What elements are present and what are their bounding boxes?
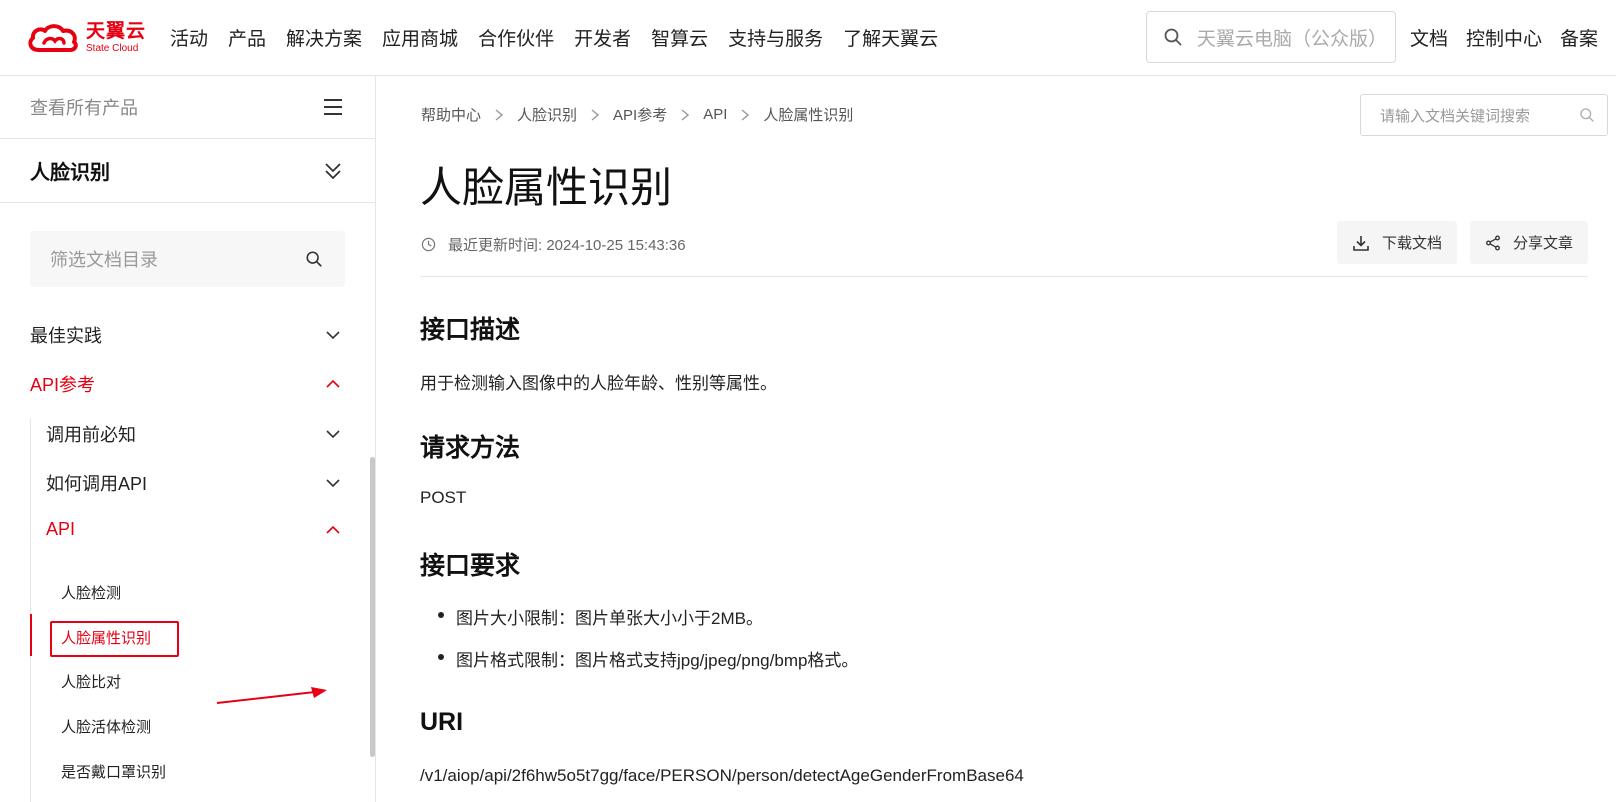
- all-products-label: 查看所有产品: [30, 98, 138, 118]
- doc-sidebar: 查看所有产品 人脸识别 筛选文档目录 最佳实践 API参考 调用前必知 如何调用…: [0, 76, 376, 802]
- sidebar-item-label: 调用前必知: [46, 425, 136, 445]
- title-divider: [420, 276, 1588, 277]
- sidebar-item-best-practice[interactable]: 最佳实践: [30, 322, 340, 348]
- list-item: 图片格式限制：图片格式支持jpg/jpeg/png/bmp格式。: [438, 646, 858, 671]
- annotation-arrow-icon: [216, 687, 327, 704]
- tree-guide-line: [30, 418, 31, 802]
- nav-link-app-store[interactable]: 应用商城: [382, 24, 458, 51]
- section-text-method: POST: [420, 488, 467, 507]
- nav-link-about[interactable]: 了解天翼云: [843, 24, 938, 51]
- chevron-up-icon: [326, 379, 340, 388]
- chevron-down-icon: [326, 479, 340, 488]
- section-title-uri: URI: [420, 708, 464, 736]
- sidebar-item-label: 如何调用API: [46, 474, 148, 494]
- search-icon: [1580, 108, 1594, 122]
- sidebar-item-api-reference[interactable]: API参考: [30, 371, 340, 397]
- nav-link-filing[interactable]: 备案: [1560, 24, 1598, 51]
- brand-name-en: State Cloud: [86, 43, 139, 54]
- download-doc-button[interactable]: 下载文档: [1337, 221, 1458, 264]
- nav-link-partners[interactable]: 合作伙伴: [478, 24, 554, 51]
- sidebar-item-label: API参考: [30, 375, 96, 395]
- share-article-label: 分享文章: [1513, 235, 1574, 252]
- page-title: 人脸属性识别: [420, 164, 673, 211]
- breadcrumb-help-center[interactable]: 帮助中心: [421, 104, 481, 125]
- share-article-button[interactable]: 分享文章: [1470, 221, 1589, 264]
- chevron-right-icon: [495, 108, 504, 121]
- sidebar-scrollbar[interactable]: [370, 457, 375, 757]
- section-title-description: 接口描述: [420, 316, 521, 344]
- sidebar-subitem-liveness[interactable]: 人脸活体检测: [61, 716, 151, 737]
- sidebar-item-label: 最佳实践: [30, 326, 102, 346]
- requirements-list: 图片大小限制：图片单张大小小于2MB。 图片格式限制：图片格式支持jpg/jpe…: [438, 604, 858, 688]
- breadcrumb-api-reference[interactable]: API参考: [613, 104, 667, 125]
- top-search-input[interactable]: 天翼云电脑（公众版）: [1146, 11, 1396, 63]
- all-products-row[interactable]: 查看所有产品: [0, 76, 375, 139]
- sidebar-subitem-face-attributes[interactable]: 人脸属性识别: [61, 627, 151, 648]
- section-text-uri: /v1/aiop/api/2f6hw5o5t7gg/face/PERSON/pe…: [420, 766, 1024, 785]
- top-navbar: 天翼云 State Cloud 活动 产品 解决方案 应用商城 合作伙伴 开发者…: [0, 0, 1616, 76]
- sidebar-item-label: API: [46, 519, 76, 539]
- product-name: 人脸识别: [30, 162, 110, 184]
- section-title-requirements: 接口要求: [420, 552, 521, 580]
- nav-link-ai-cloud[interactable]: 智算云: [651, 24, 708, 51]
- chevron-right-icon: [741, 108, 750, 121]
- sidebar-subitem-face-compare[interactable]: 人脸比对: [61, 671, 121, 692]
- nav-link-solutions[interactable]: 解决方案: [286, 24, 362, 51]
- active-indicator: [30, 614, 32, 656]
- search-icon: [306, 251, 322, 267]
- list-item: 图片大小限制：图片单张大小小于2MB。: [438, 604, 858, 629]
- nav-link-products[interactable]: 产品: [228, 24, 266, 51]
- chevron-right-icon: [591, 108, 600, 121]
- doc-search-input[interactable]: 请输入文档关键词搜索: [1360, 94, 1608, 136]
- nav-link-console[interactable]: 控制中心: [1466, 24, 1542, 51]
- search-icon: [1164, 28, 1182, 46]
- breadcrumb-face-recognition[interactable]: 人脸识别: [517, 104, 577, 125]
- doc-filter-input[interactable]: 筛选文档目录: [30, 231, 345, 287]
- cloud-logo-icon: [28, 24, 78, 52]
- menu-icon: [324, 99, 342, 115]
- brand-logo[interactable]: 天翼云 State Cloud: [26, 20, 146, 56]
- main-nav: 活动 产品 解决方案 应用商城 合作伙伴 开发者 智算云 支持与服务 了解天翼云: [170, 24, 958, 51]
- download-icon: [1353, 235, 1369, 251]
- section-title-method: 请求方法: [420, 434, 521, 462]
- chevron-down-icon: [326, 430, 340, 439]
- nav-link-developers[interactable]: 开发者: [574, 24, 631, 51]
- chevron-up-icon: [326, 525, 340, 534]
- sidebar-subitem-face-detect[interactable]: 人脸检测: [61, 582, 121, 603]
- chevron-right-icon: [681, 108, 690, 121]
- sidebar-item-how-to-call[interactable]: 如何调用API: [46, 470, 340, 496]
- double-chevron-down-icon: [325, 162, 341, 179]
- doc-search-placeholder: 请输入文档关键词搜索: [1380, 107, 1531, 125]
- last-updated-text: 最近更新时间: 2024-10-25 15:43:36: [448, 237, 686, 254]
- chevron-down-icon: [326, 331, 340, 340]
- download-doc-label: 下载文档: [1382, 235, 1443, 252]
- breadcrumb-current: 人脸属性识别: [763, 107, 854, 124]
- section-text-description: 用于检测输入图像中的人脸年龄、性别等属性。: [420, 374, 777, 393]
- nav-link-support[interactable]: 支持与服务: [728, 24, 823, 51]
- breadcrumb-api[interactable]: API: [703, 106, 727, 123]
- clock-icon: [421, 237, 436, 252]
- breadcrumb: 帮助中心 人脸识别 API参考 API 人脸属性识别: [421, 104, 853, 125]
- sidebar-item-before-calling[interactable]: 调用前必知: [46, 421, 340, 447]
- sidebar-subitem-mask-detect[interactable]: 是否戴口罩识别: [61, 761, 166, 782]
- brand-name: 天翼云: [86, 21, 147, 42]
- nav-link-activity[interactable]: 活动: [170, 24, 208, 51]
- top-search-placeholder: 天翼云电脑（公众版）: [1197, 28, 1388, 50]
- top-right-links: 文档 控制中心 备案: [1392, 24, 1598, 51]
- sidebar-item-api[interactable]: API: [46, 519, 340, 540]
- product-selector[interactable]: 人脸识别: [0, 139, 375, 203]
- share-icon: [1486, 235, 1500, 250]
- last-updated: 最近更新时间: 2024-10-25 15:43:36: [421, 234, 686, 255]
- doc-filter-placeholder: 筛选文档目录: [50, 250, 158, 270]
- nav-link-docs[interactable]: 文档: [1410, 24, 1448, 51]
